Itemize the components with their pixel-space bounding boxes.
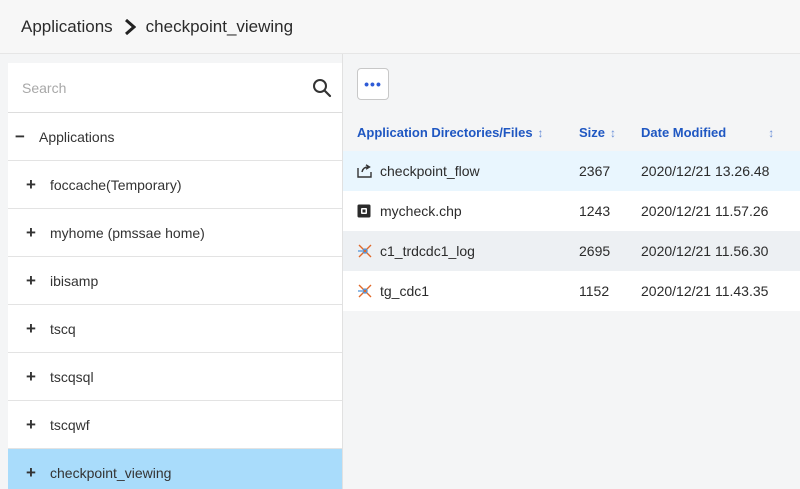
file-date: 2020/12/21 11.57.26 (641, 203, 769, 219)
expand-icon[interactable]: + (22, 319, 40, 339)
tree-item-tscqwf[interactable]: + tscqwf (8, 401, 342, 449)
collapse-icon[interactable]: − (11, 127, 29, 147)
file-date: 2020/12/21 13.26.48 (641, 163, 770, 179)
column-label: Size (579, 125, 606, 140)
tree-item-applications[interactable]: − Applications (8, 113, 342, 161)
more-icon: ••• (364, 76, 382, 92)
search-icon[interactable] (312, 78, 332, 98)
breadcrumb-current: checkpoint_viewing (145, 16, 294, 36)
sort-icon[interactable]: ↕ (538, 126, 544, 140)
file-name: checkpoint_flow (380, 163, 480, 179)
file-size: 1152 (579, 283, 610, 299)
file-name: c1_trdcdc1_log (380, 243, 475, 259)
tree-item-label: myhome (pmssae home) (50, 224, 205, 241)
tree-item-tscqsql[interactable]: + tscqsql (8, 353, 342, 401)
column-label: Application Directories/Files (357, 125, 533, 140)
tree-item-checkpoint-viewing[interactable]: + checkpoint_viewing (8, 449, 342, 489)
sort-icon[interactable]: ↕ (768, 126, 774, 140)
file-name: mycheck.chp (380, 203, 462, 219)
tree-item-label: foccache(Temporary) (50, 176, 182, 193)
file-size: 2367 (579, 163, 611, 179)
column-header-size[interactable]: Size ↕ (579, 125, 641, 140)
expand-icon[interactable]: + (22, 367, 40, 387)
sidebar: − Applications + foccache(Temporary) + m… (8, 63, 342, 489)
file-size: 2695 (579, 243, 611, 259)
tree-item-label: tscqsql (50, 368, 94, 385)
file-size: 1243 (579, 203, 611, 219)
breadcrumb-root[interactable]: Applications (21, 17, 113, 37)
table-row[interactable]: checkpoint_flow 2367 2020/12/21 13.26.48 (343, 151, 800, 191)
tree-item-ibisamp[interactable]: + ibisamp (8, 257, 342, 305)
expand-icon[interactable]: + (22, 415, 40, 435)
flow-icon (357, 164, 373, 178)
tree-item-label: tscq (50, 320, 76, 337)
column-label: Date Modified (641, 125, 727, 140)
tree-item-label: checkpoint_viewing (50, 465, 172, 481)
expand-icon[interactable]: + (22, 463, 40, 483)
tree-item-label: ibisamp (50, 272, 99, 289)
tree-item-label: Applications (39, 128, 115, 145)
column-header-date[interactable]: Date Modified ↕ (641, 125, 800, 140)
expand-icon[interactable]: + (22, 271, 40, 291)
search-input[interactable] (22, 79, 282, 96)
chp-file-icon (357, 204, 373, 218)
synonym-icon (357, 244, 373, 258)
search-bar (8, 63, 342, 113)
column-header-name[interactable]: Application Directories/Files ↕ (343, 125, 579, 140)
table-row[interactable]: mycheck.chp 1243 2020/12/21 11.57.26 (343, 191, 800, 231)
sort-icon[interactable]: ↕ (610, 126, 616, 140)
toolbar: ••• (343, 54, 800, 114)
tree-item-myhome[interactable]: + myhome (pmssae home) (8, 209, 342, 257)
file-table: Application Directories/Files ↕ Size ↕ D… (343, 114, 800, 311)
expand-icon[interactable]: + (22, 223, 40, 243)
tree-item-tscq[interactable]: + tscq (8, 305, 342, 353)
expand-icon[interactable]: + (22, 175, 40, 195)
synonym-icon (357, 284, 373, 298)
table-row[interactable]: c1_trdcdc1_log 2695 2020/12/21 11.56.30 (343, 231, 800, 271)
chevron-right-icon (124, 18, 136, 35)
main-panel: ••• Application Directories/Files ↕ Size… (342, 54, 800, 489)
tree-item-foccache[interactable]: + foccache(Temporary) (8, 161, 342, 209)
table-header: Application Directories/Files ↕ Size ↕ D… (343, 114, 800, 151)
file-date: 2020/12/21 11.56.30 (641, 243, 769, 259)
table-row[interactable]: tg_cdc1 1152 2020/12/21 11.43.35 (343, 271, 800, 311)
tree-item-label: tscqwf (50, 416, 90, 433)
file-date: 2020/12/21 11.43.35 (641, 283, 769, 299)
more-options-button[interactable]: ••• (357, 68, 389, 100)
file-name: tg_cdc1 (380, 283, 430, 299)
breadcrumb: Applications checkpoint_viewing (0, 0, 800, 54)
